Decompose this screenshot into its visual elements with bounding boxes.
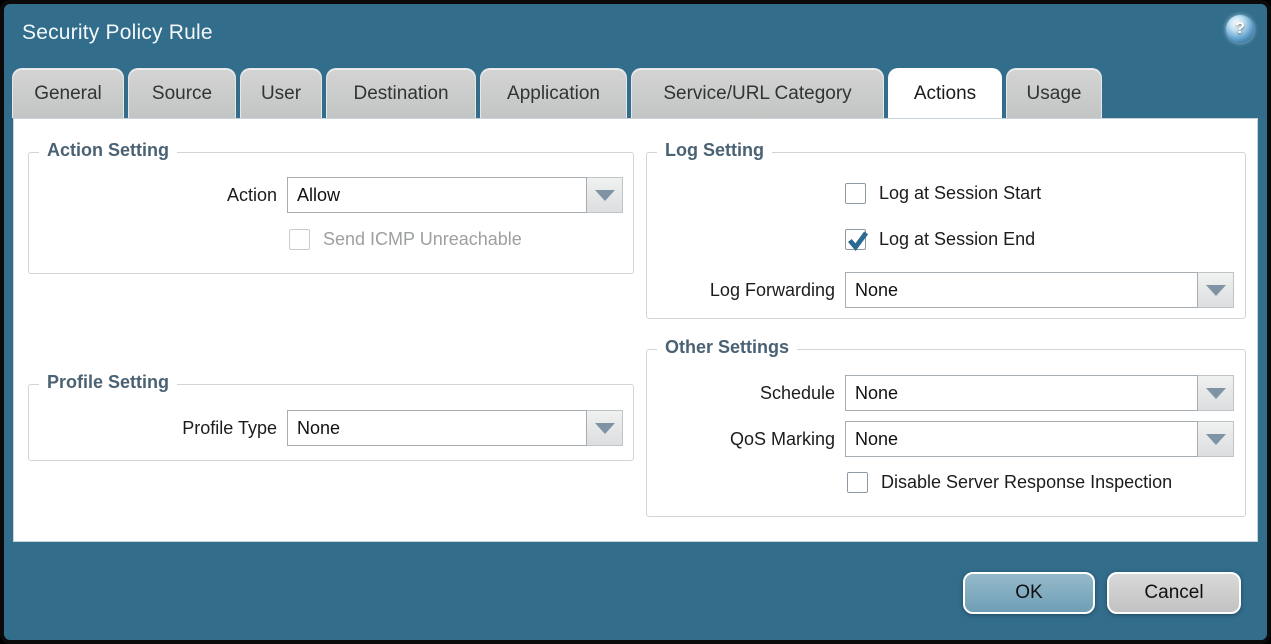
cancel-button[interactable]: Cancel <box>1107 572 1241 614</box>
schedule-dropdown-value[interactable]: None <box>845 375 1198 411</box>
other-settings-group: Other Settings Schedule None QoS Marking… <box>646 349 1246 517</box>
action-dropdown[interactable]: Allow <box>287 177 623 213</box>
qos-marking-label: QoS Marking <box>647 421 835 457</box>
log-at-session-start-checkbox[interactable] <box>845 183 866 204</box>
tab-user[interactable]: User <box>240 68 322 118</box>
help-icon[interactable]: ? <box>1226 15 1254 43</box>
log-forwarding-label: Log Forwarding <box>647 272 835 308</box>
tab-service-url-category[interactable]: Service/URL Category <box>631 68 884 118</box>
chevron-down-icon[interactable] <box>587 410 623 446</box>
qos-marking-dropdown[interactable]: None <box>845 421 1234 457</box>
log-setting-group: Log Setting Log at Session Start Log at … <box>646 152 1246 319</box>
profile-type-label: Profile Type <box>29 410 277 446</box>
title-bar: Security Policy Rule ? <box>4 4 1267 64</box>
log-at-session-end-label: Log at Session End <box>879 229 1035 250</box>
chevron-down-icon[interactable] <box>587 177 623 213</box>
log-setting-legend: Log Setting <box>657 140 772 161</box>
profile-setting-legend: Profile Setting <box>39 372 177 393</box>
log-session-end-row[interactable]: Log at Session End <box>845 229 1035 250</box>
chevron-down-icon[interactable] <box>1198 375 1234 411</box>
log-forwarding-dropdown-value[interactable]: None <box>845 272 1198 308</box>
log-forwarding-dropdown[interactable]: None <box>845 272 1234 308</box>
disable-server-response-inspection-checkbox[interactable] <box>847 472 868 493</box>
log-session-start-row[interactable]: Log at Session Start <box>845 183 1041 204</box>
tab-general[interactable]: General <box>12 68 124 118</box>
profile-type-dropdown[interactable]: None <box>287 410 623 446</box>
tab-source[interactable]: Source <box>128 68 236 118</box>
dialog-frame: Security Policy Rule ? General Source Us… <box>0 0 1271 644</box>
action-setting-group: Action Setting Action Allow Send ICMP Un… <box>28 152 634 274</box>
log-at-session-end-checkbox[interactable] <box>845 229 866 250</box>
security-policy-rule-dialog: Security Policy Rule ? General Source Us… <box>4 4 1267 640</box>
dsri-row[interactable]: Disable Server Response Inspection <box>847 472 1172 493</box>
disable-server-response-inspection-label: Disable Server Response Inspection <box>881 472 1172 493</box>
action-label: Action <box>29 177 277 213</box>
other-settings-legend: Other Settings <box>657 337 797 358</box>
action-dropdown-value[interactable]: Allow <box>287 177 587 213</box>
qos-marking-dropdown-value[interactable]: None <box>845 421 1198 457</box>
action-setting-legend: Action Setting <box>39 140 177 161</box>
schedule-dropdown[interactable]: None <box>845 375 1234 411</box>
send-icmp-unreachable-checkbox <box>289 229 310 250</box>
log-at-session-start-label: Log at Session Start <box>879 183 1041 204</box>
chevron-down-icon[interactable] <box>1198 421 1234 457</box>
send-icmp-unreachable-row: Send ICMP Unreachable <box>289 229 522 250</box>
tab-destination[interactable]: Destination <box>326 68 476 118</box>
profile-setting-group: Profile Setting Profile Type None <box>28 384 634 461</box>
chevron-down-icon[interactable] <box>1198 272 1234 308</box>
checkmark-icon <box>846 229 869 252</box>
profile-type-dropdown-value[interactable]: None <box>287 410 587 446</box>
send-icmp-unreachable-label: Send ICMP Unreachable <box>323 229 522 250</box>
schedule-label: Schedule <box>647 375 835 411</box>
dialog-title: Security Policy Rule <box>22 21 213 45</box>
tab-actions[interactable]: Actions <box>888 68 1002 118</box>
content-panel: Action Setting Action Allow Send ICMP Un… <box>13 118 1258 542</box>
tab-usage[interactable]: Usage <box>1006 68 1102 118</box>
ok-button[interactable]: OK <box>963 572 1095 614</box>
tab-application[interactable]: Application <box>480 68 627 118</box>
